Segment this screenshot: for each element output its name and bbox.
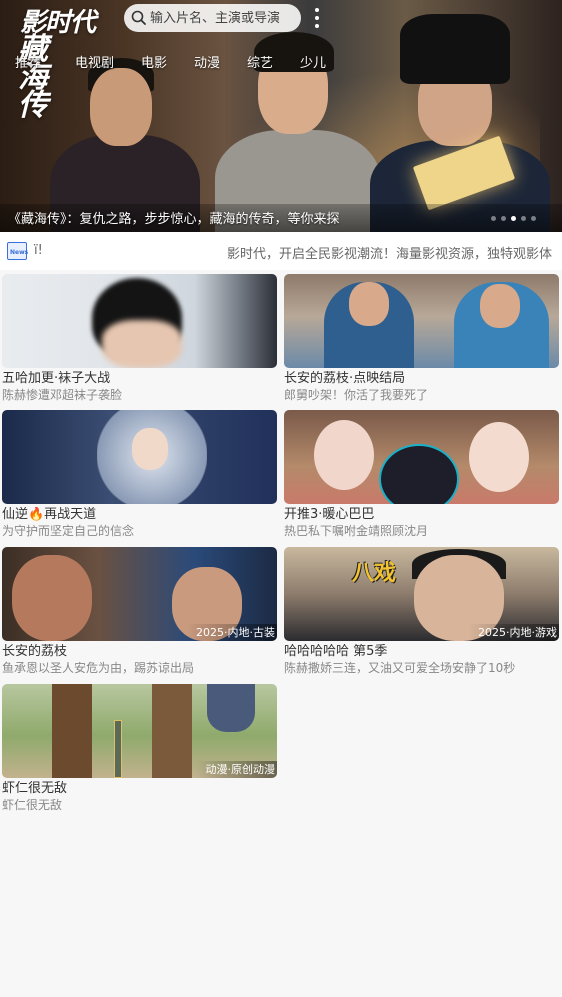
video-card[interactable]: 八戏 2025·内地·游戏 哈哈哈哈哈 第5季 陈赫撒娇三连，又油又可爱全场安静… bbox=[284, 547, 559, 676]
video-tag-badge: 2025·内地·古装 bbox=[186, 624, 277, 641]
video-tag-badge: 2025·内地·游戏 bbox=[468, 624, 559, 641]
video-thumbnail[interactable]: 2025·内地·古装 bbox=[2, 547, 277, 641]
tab-anime[interactable]: 动漫 bbox=[194, 52, 220, 71]
banner-dot[interactable] bbox=[531, 216, 536, 221]
video-subtitle: 郎舅吵架！你活了我要死了 bbox=[284, 388, 429, 402]
banner-title-art: 藏海传 bbox=[18, 32, 48, 123]
video-subtitle: 为守护而坚定自己的信念 bbox=[2, 524, 135, 538]
banner-pagination bbox=[491, 216, 536, 221]
video-thumbnail[interactable]: 动漫·原创动漫 bbox=[2, 684, 277, 778]
video-card[interactable]: 长安的荔枝·点映结局 郎舅吵架！你活了我要死了 bbox=[284, 274, 559, 403]
video-thumbnail[interactable] bbox=[284, 410, 559, 504]
video-tag-badge: 动漫·原创动漫 bbox=[195, 761, 277, 778]
video-subtitle: 陈赫惨遭邓超袜子袭脸 bbox=[2, 388, 123, 402]
tab-tv-series[interactable]: 电视剧 bbox=[75, 52, 114, 71]
video-card[interactable]: 仙逆🔥再战天道 为守护而坚定自己的信念 bbox=[2, 410, 277, 539]
video-subtitle: 虾仁很无敌 bbox=[2, 798, 63, 812]
video-thumbnail[interactable]: 八戏 2025·内地·游戏 bbox=[284, 547, 559, 641]
hero-banner[interactable]: 影时代 藏海传 推荐 电视剧 电影 动漫 综艺 少儿 《藏海传》：复仇之路，步步… bbox=[0, 0, 562, 232]
video-card[interactable]: 五哈加更·袜子大战 陈赫惨遭邓超袜子袭脸 bbox=[2, 274, 277, 403]
video-title: 仙逆🔥再战天道 bbox=[2, 507, 97, 522]
video-title: 长安的荔枝·点映结局 bbox=[284, 371, 406, 386]
video-subtitle: 热巴私下嘱咐金靖照顾沈月 bbox=[284, 524, 429, 538]
notice-ticker[interactable]: News ï! 影时代，开启全民影视潮流！海量影视资源，独特观影体 bbox=[0, 232, 562, 270]
video-thumbnail[interactable] bbox=[2, 410, 277, 504]
search-bar[interactable] bbox=[124, 4, 301, 32]
banner-caption[interactable]: 《藏海传》：复仇之路，步步惊心，藏海的传奇，等你来探 bbox=[8, 208, 340, 227]
search-icon bbox=[130, 9, 148, 27]
tab-recommend[interactable]: 推荐 bbox=[15, 52, 41, 71]
video-thumbnail[interactable] bbox=[2, 274, 277, 368]
tab-movies[interactable]: 电影 bbox=[141, 52, 167, 71]
notice-text: 影时代，开启全民影视潮流！海量影视资源，独特观影体 bbox=[227, 247, 553, 262]
tab-variety[interactable]: 综艺 bbox=[247, 52, 273, 71]
video-title: 虾仁很无敌 bbox=[2, 781, 68, 796]
tab-kids[interactable]: 少儿 bbox=[300, 52, 326, 71]
video-card[interactable]: 2025·内地·古装 长安的荔枝 鱼承恩以圣人安危为由，踢苏谅出局 bbox=[2, 547, 277, 676]
banner-dot[interactable] bbox=[491, 216, 496, 221]
video-subtitle: 鱼承恩以圣人安危为由，踢苏谅出局 bbox=[2, 661, 195, 675]
banner-dot-active[interactable] bbox=[511, 216, 516, 221]
notice-fragment: ï! bbox=[34, 243, 43, 258]
video-title: 哈哈哈哈哈 第5季 bbox=[284, 644, 388, 659]
news-icon: News bbox=[7, 242, 28, 260]
banner-dot[interactable] bbox=[501, 216, 506, 221]
video-title: 开推3·暖心巴巴 bbox=[284, 507, 375, 522]
search-input[interactable] bbox=[150, 10, 300, 26]
video-thumbnail[interactable] bbox=[284, 274, 559, 368]
more-menu-icon[interactable] bbox=[312, 8, 322, 28]
banner-figure-center bbox=[210, 20, 380, 232]
video-subtitle: 陈赫撒娇三连，又油又可爱全场安静了10秒 bbox=[284, 661, 516, 675]
video-card[interactable]: 开推3·暖心巴巴 热巴私下嘱咐金靖照顾沈月 bbox=[284, 410, 559, 539]
banner-dot[interactable] bbox=[521, 216, 526, 221]
video-title: 长安的荔枝 bbox=[2, 644, 68, 659]
video-card[interactable]: 动漫·原创动漫 虾仁很无敌 虾仁很无敌 bbox=[2, 684, 277, 813]
video-title: 五哈加更·袜子大战 bbox=[2, 371, 111, 386]
variety-show-logo: 八戏 bbox=[352, 561, 397, 586]
